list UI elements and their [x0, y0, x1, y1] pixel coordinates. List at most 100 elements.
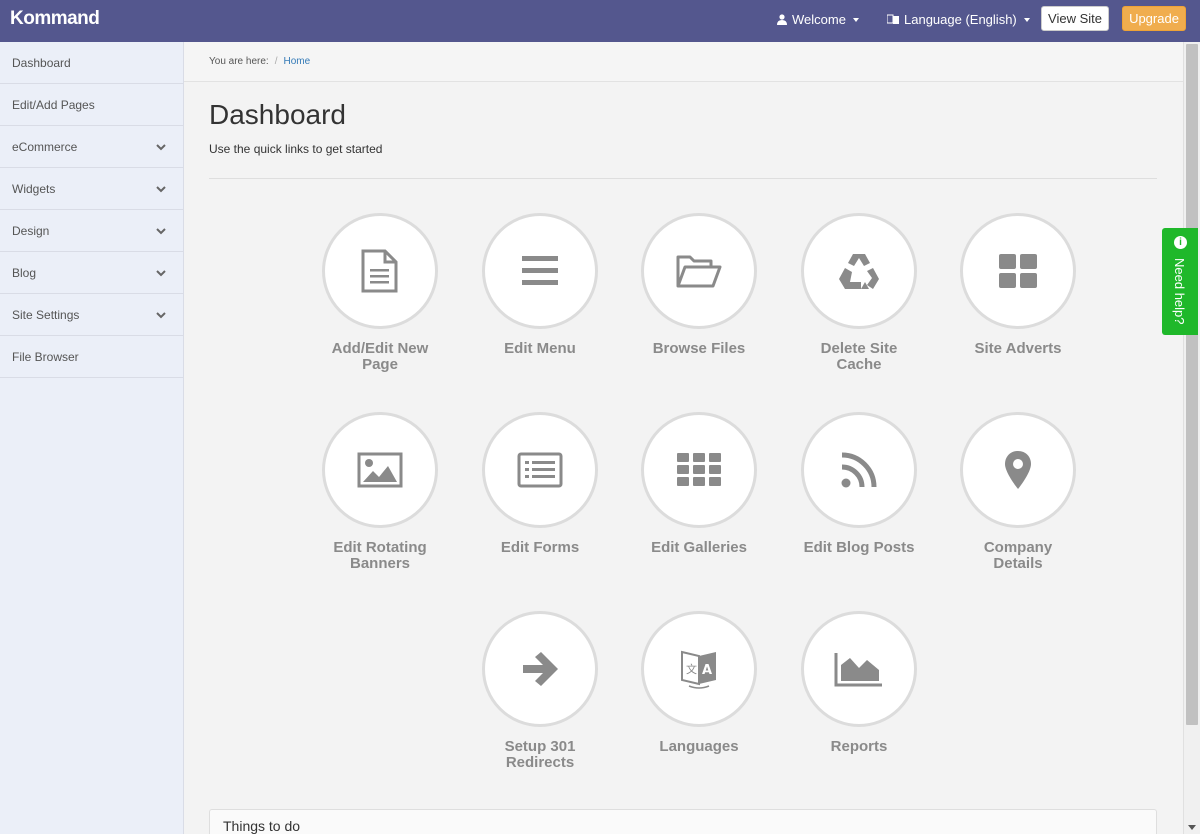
list-alt-icon: [517, 452, 563, 488]
tile-edit-rotating-banners[interactable]: Edit Rotating Banners: [300, 412, 460, 572]
tile-languages[interactable]: 文A Languages: [619, 611, 779, 755]
tile-circle: [960, 412, 1076, 528]
breadcrumb-home-link[interactable]: Home: [283, 56, 310, 67]
welcome-label: Welcome: [792, 12, 846, 27]
chevron-down-icon: [156, 311, 166, 318]
tile-label: Company Details: [983, 539, 1053, 572]
sidebar-item-file-browser[interactable]: File Browser: [0, 336, 183, 378]
map-marker-icon: [1005, 451, 1031, 489]
sidebar-item-label: Site Settings: [12, 307, 80, 322]
tile-site-adverts[interactable]: Site Adverts: [938, 213, 1098, 357]
page-subtitle: Use the quick links to get started: [209, 142, 383, 156]
tile-circle: [641, 412, 757, 528]
top-navbar: Kommand Welcome Language (English) View …: [0, 0, 1200, 42]
grid-small-icon: [677, 453, 721, 486]
sidebar-item-blog[interactable]: Blog: [0, 252, 183, 294]
sidebar-item-site-settings[interactable]: Site Settings: [0, 294, 183, 336]
sidebar-item-label: eCommerce: [12, 139, 78, 154]
tile-circle: [482, 213, 598, 329]
sidebar-item-widgets[interactable]: Widgets: [0, 168, 183, 210]
tile-label: Languages: [659, 738, 739, 755]
tile-label: Delete Site Cache: [820, 340, 898, 373]
tile-circle: [322, 213, 438, 329]
language-dropdown[interactable]: Language (English): [887, 12, 1030, 27]
sidebar-item-label: Edit/Add Pages: [12, 97, 95, 112]
user-icon: [777, 14, 787, 25]
page-title: Dashboard: [209, 99, 346, 130]
area-chart-icon: [834, 653, 882, 687]
chevron-down-icon: [156, 143, 166, 150]
svg-text:文: 文: [686, 662, 697, 676]
tile-edit-forms[interactable]: Edit Forms: [460, 412, 620, 556]
breadcrumb-separator: /: [274, 56, 278, 67]
need-help-label: Need help?: [1172, 258, 1187, 325]
sidebar-item-dashboard[interactable]: Dashboard: [0, 42, 183, 84]
sidebar-item-ecommerce[interactable]: eCommerce: [0, 126, 183, 168]
chevron-down-icon: [156, 185, 166, 192]
document-icon: [361, 249, 398, 293]
tile-label: Reports: [830, 738, 888, 755]
tile-setup-301-redirects[interactable]: Setup 301 Redirects: [460, 611, 620, 771]
tile-label: Add/Edit New Page: [331, 340, 429, 373]
tile-circle: [801, 213, 917, 329]
things-to-do-heading: Things to do: [223, 818, 301, 834]
breadcrumb-prefix: You are here:: [209, 56, 269, 67]
upgrade-button[interactable]: Upgrade: [1122, 6, 1186, 31]
language-icon: 文A: [681, 650, 716, 689]
tile-delete-site-cache[interactable]: Delete Site Cache: [779, 213, 939, 373]
tile-circle: [322, 412, 438, 528]
sidebar-item-label: Widgets: [12, 181, 56, 196]
tile-edit-galleries[interactable]: Edit Galleries: [619, 412, 779, 556]
sidebar-item-label: Dashboard: [12, 55, 71, 70]
tile-edit-menu[interactable]: Edit Menu: [460, 213, 620, 357]
scroll-down-arrow-icon[interactable]: [1188, 825, 1196, 830]
tile-circle: [641, 213, 757, 329]
divider: [209, 178, 1157, 179]
sidebar-item-label: Blog: [12, 265, 37, 280]
sidebar-item-label: Design: [12, 223, 50, 238]
tile-circle: [482, 611, 598, 727]
tile-label: Edit Menu: [504, 340, 576, 357]
tile-add-edit-page[interactable]: Add/Edit New Page: [300, 213, 460, 373]
menu-icon: [522, 256, 558, 285]
tile-label: Edit Blog Posts: [803, 539, 915, 556]
caret-down-icon: [852, 17, 859, 22]
language-label: Language (English): [904, 12, 1017, 27]
need-help-tab[interactable]: i Need help?: [1162, 228, 1198, 335]
chevron-down-icon: [156, 227, 166, 234]
recycle-icon: [839, 254, 879, 289]
welcome-dropdown[interactable]: Welcome: [777, 12, 859, 27]
tile-circle: 文A: [641, 611, 757, 727]
translate-icon: [887, 14, 899, 24]
folder-open-icon: [676, 255, 722, 288]
main-content: You are here: / Home Dashboard Use the q…: [184, 42, 1183, 834]
tile-circle: [801, 412, 917, 528]
tile-company-details[interactable]: Company Details: [938, 412, 1098, 572]
grid-large-icon: [999, 254, 1037, 288]
tile-label: Edit Rotating Banners: [333, 539, 427, 572]
tile-label: Edit Galleries: [651, 539, 747, 556]
tile-edit-blog-posts[interactable]: Edit Blog Posts: [779, 412, 939, 556]
breadcrumb: You are here: / Home: [184, 42, 1183, 82]
arrow-right-icon: [523, 652, 558, 686]
tile-circle: [960, 213, 1076, 329]
tile-browse-files[interactable]: Browse Files: [619, 213, 779, 357]
info-icon: i: [1174, 236, 1187, 249]
tile-label: Browse Files: [652, 340, 746, 357]
view-site-button[interactable]: View Site: [1041, 6, 1109, 31]
scrollbar[interactable]: [1183, 42, 1200, 834]
tile-label: Setup 301 Redirects: [504, 738, 576, 771]
things-to-do-panel: Things to do: [209, 809, 1157, 834]
picture-icon: [357, 452, 403, 488]
chevron-down-icon: [156, 269, 166, 276]
sidebar-item-design[interactable]: Design: [0, 210, 183, 252]
caret-down-icon: [1023, 17, 1030, 22]
svg-text:A: A: [702, 663, 712, 678]
tile-label: Edit Forms: [500, 539, 580, 556]
tile-circle: [482, 412, 598, 528]
tile-reports[interactable]: Reports: [779, 611, 939, 755]
logo[interactable]: Kommand: [10, 8, 100, 30]
scrollbar-thumb[interactable]: [1186, 44, 1198, 725]
tile-label: Site Adverts: [974, 340, 1062, 357]
sidebar-item-edit-add-pages[interactable]: Edit/Add Pages: [0, 84, 183, 126]
